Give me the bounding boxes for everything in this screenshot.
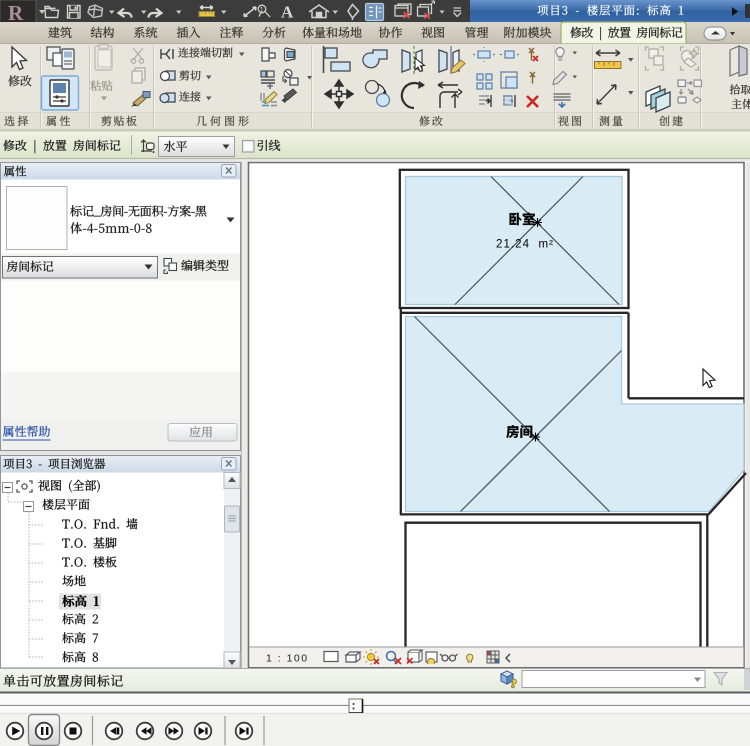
svg-text:21.24 m²: 21.24 m² [496,239,554,251]
svg-text:1 : 100: 1 : 100 [266,653,309,665]
svg-text:R: R [8,1,24,25]
svg-text:A: A [281,3,294,22]
svg-text:1: 1 [260,7,264,14]
